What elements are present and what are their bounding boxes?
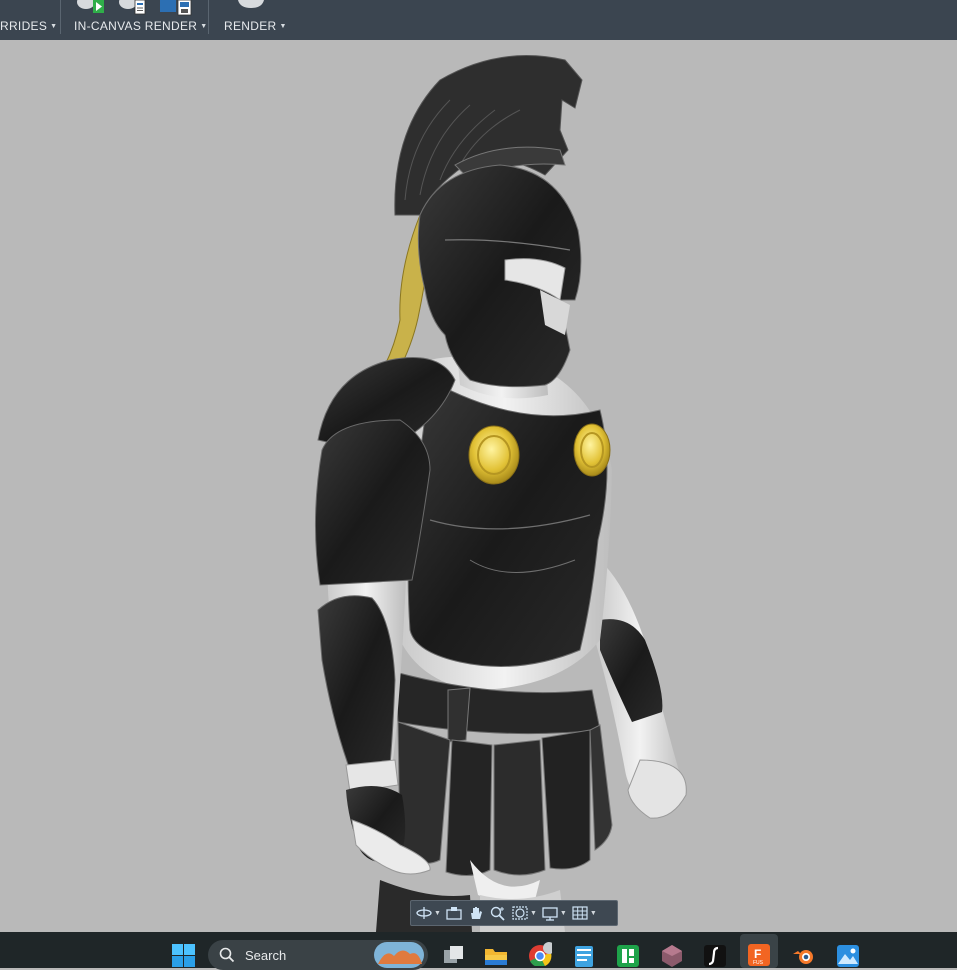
overrides-group[interactable]: RRIDES ▼: [0, 0, 58, 40]
medallion-right: [573, 423, 611, 477]
fit-button[interactable]: ▼: [511, 902, 537, 924]
look-at-button[interactable]: [445, 902, 463, 924]
upper-arm-plate: [314, 419, 431, 586]
ribbon-toolbar: RRIDES ▼ IN-CANVAS RENDER ▼ RENDER ▼: [0, 0, 957, 40]
caret-down-icon: ▼: [279, 23, 287, 30]
warrior-armor-model[interactable]: [0, 40, 957, 932]
left-bracer-shape: [317, 595, 396, 771]
caret-down-icon: ▼: [559, 909, 567, 917]
render-teapot-icon[interactable]: [234, 0, 268, 10]
blender-icon[interactable]: [792, 944, 816, 968]
taskbar-search-box[interactable]: Search: [208, 940, 428, 970]
search-icon: [219, 947, 235, 963]
notepad-icon[interactable]: [572, 944, 596, 968]
skirt-strip: [445, 739, 493, 876]
right-bracer-shape: [600, 619, 663, 722]
orbit-button[interactable]: ▼: [415, 902, 441, 924]
task-view-icon[interactable]: [442, 944, 466, 968]
render-label: RENDER: [224, 19, 277, 33]
skirt-strip: [589, 724, 613, 851]
zoom-button[interactable]: [489, 902, 507, 924]
skirt-strip: [541, 729, 591, 870]
in-canvas-render-start-icon[interactable]: [76, 0, 106, 14]
zoom-icon: [490, 906, 505, 921]
app-green-icon[interactable]: [616, 944, 640, 968]
fusion-icon[interactable]: F FUS: [747, 943, 771, 967]
display-settings-icon: [542, 907, 558, 921]
pan-icon: [470, 907, 482, 919]
svg-text:F: F: [754, 947, 761, 961]
photos-icon[interactable]: [836, 944, 860, 968]
capture-image-icon[interactable]: [160, 0, 194, 16]
caret-down-icon: ▼: [434, 909, 441, 917]
grid-button[interactable]: ▼: [571, 902, 597, 924]
cuirass-shape: [407, 379, 608, 667]
caret-down-icon: ▼: [529, 909, 537, 917]
app-script-icon[interactable]: [703, 944, 727, 968]
search-placeholder: Search: [245, 948, 287, 963]
pan-button[interactable]: [467, 902, 485, 924]
skirt-strip: [493, 739, 546, 876]
belt-strap: [447, 687, 471, 743]
svg-text:FUS: FUS: [753, 960, 764, 966]
caret-down-icon: ▼: [200, 23, 208, 30]
ribbon-separator: [208, 0, 209, 34]
caret-down-icon: ▼: [589, 909, 597, 917]
caret-down-icon: ▼: [50, 23, 58, 30]
overrides-label: RRIDES: [0, 19, 48, 33]
windows-start-icon[interactable]: [172, 944, 196, 968]
file-explorer-icon[interactable]: [484, 944, 508, 968]
in-canvas-render-label: IN-CANVAS RENDER: [74, 19, 198, 33]
canvas-viewport[interactable]: [0, 40, 957, 932]
medallion-left: [468, 425, 520, 485]
render-settings-icon[interactable]: [118, 0, 150, 16]
orbit-icon: [416, 907, 432, 919]
search-highlight-art-icon: [374, 942, 424, 968]
viewport-navigation-bar: ▼ ▼ ▼ ▼: [410, 900, 618, 926]
app-gem-icon[interactable]: [660, 944, 684, 968]
in-canvas-render-group[interactable]: IN-CANVAS RENDER ▼: [62, 0, 208, 40]
render-group[interactable]: RENDER ▼: [210, 0, 290, 40]
fit-icon: [512, 906, 528, 920]
look-at-icon: [446, 907, 462, 920]
ribbon-separator: [60, 0, 61, 34]
grid-icon: [572, 906, 588, 920]
chrome-icon[interactable]: [528, 942, 552, 966]
skirt-strip: [397, 721, 451, 864]
display-settings-button[interactable]: ▼: [541, 902, 567, 924]
